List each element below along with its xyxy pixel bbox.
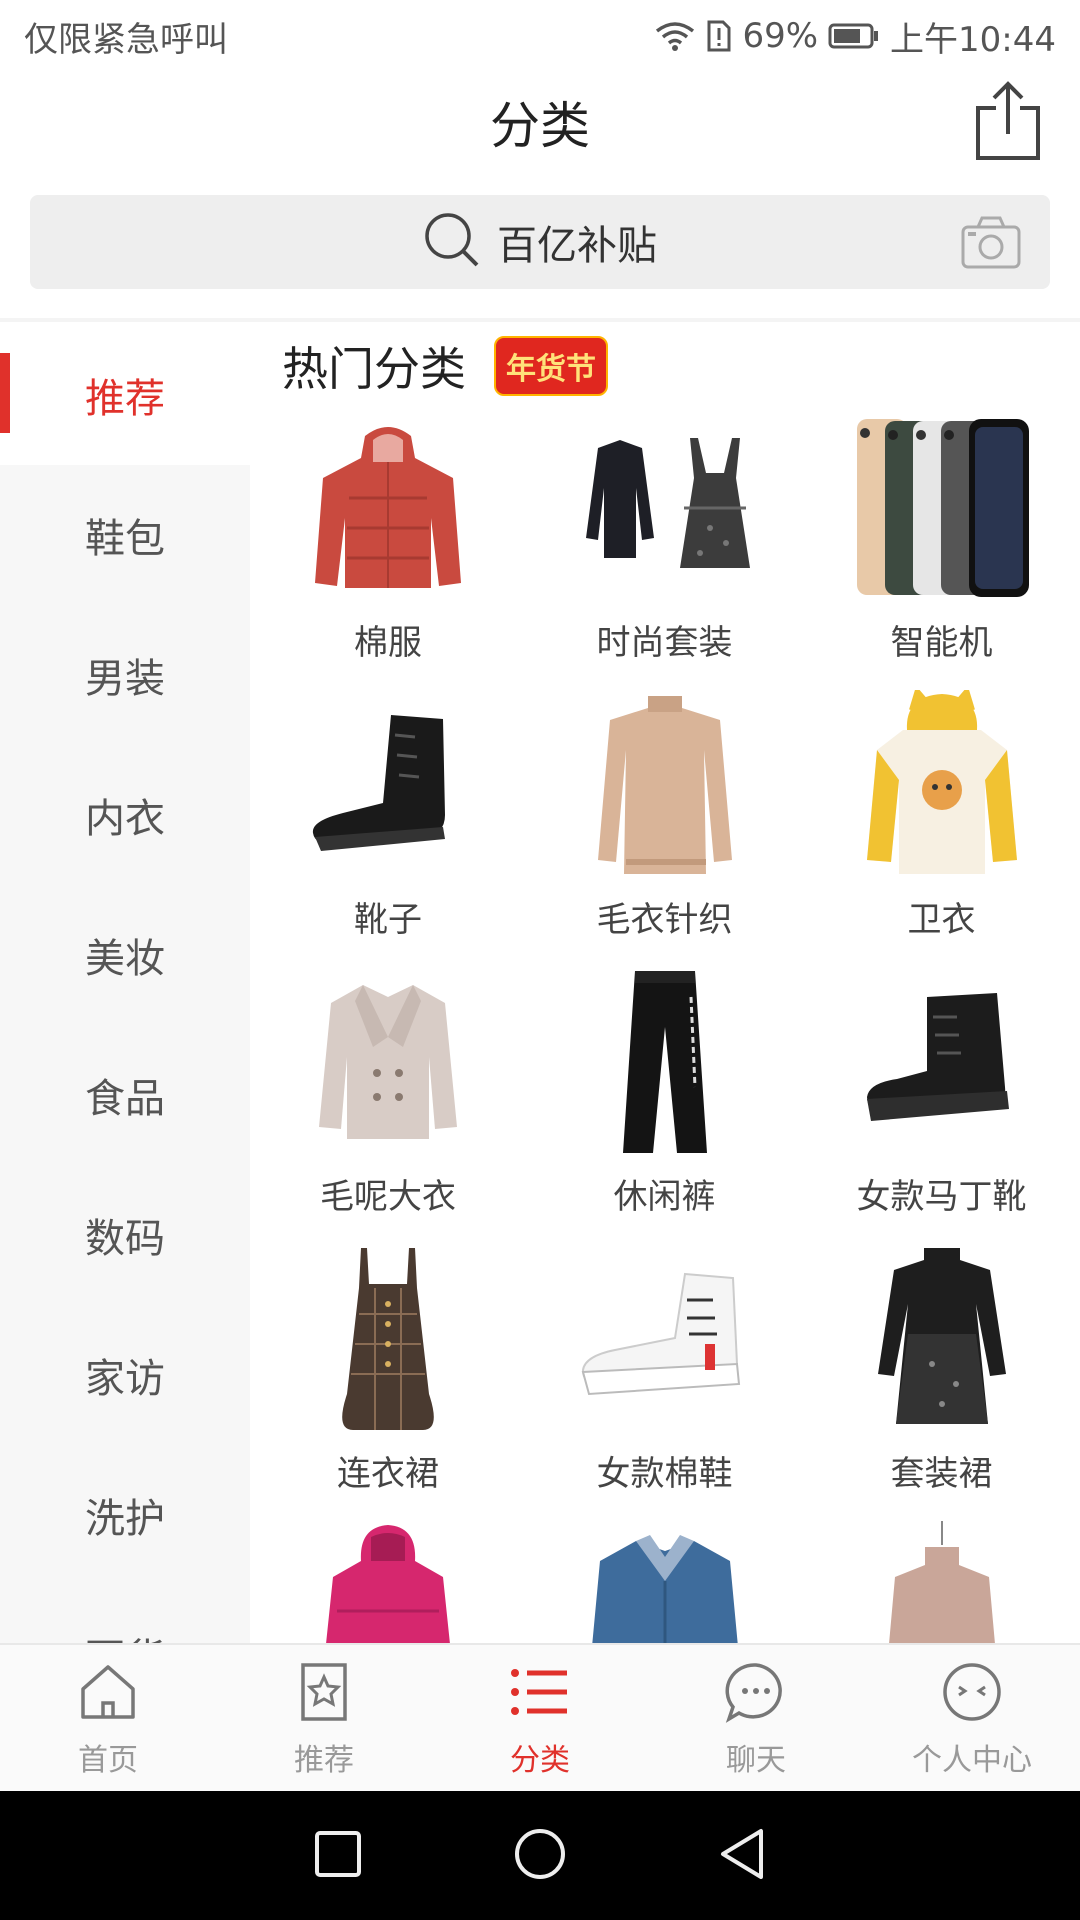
home-icon (77, 1661, 139, 1727)
sidebar-item-recommend[interactable]: 推荐 (0, 325, 250, 465)
search-icon (423, 211, 481, 273)
category-tile-boots[interactable]: 靴子 (250, 690, 526, 947)
category-tile-dress[interactable]: 连衣裙 (250, 1244, 526, 1501)
category-tile-denim-jacket[interactable] (526, 1521, 803, 1643)
category-label: 连衣裙 (337, 1454, 439, 1494)
category-tile-martin-boots[interactable]: 女款马丁靴 (803, 967, 1080, 1224)
tab-label: 聊天 (726, 1743, 786, 1778)
category-label: 套装裙 (890, 1454, 993, 1494)
sidebar-item-care[interactable]: 洗护 (0, 1445, 250, 1585)
category-label: 休闲裤 (613, 1177, 716, 1217)
category-tile-smartphone[interactable]: 智能机 (803, 413, 1080, 670)
sweater-icon (570, 690, 760, 880)
category-label: 女款马丁靴 (856, 1177, 1027, 1217)
camera-icon[interactable] (960, 213, 1022, 271)
clock-time: 上午10:44 (890, 19, 1056, 60)
outfit-set-icon (570, 413, 760, 603)
category-label: 棉服 (354, 623, 422, 663)
denim-jacket-icon (570, 1521, 760, 1643)
festival-badge: 年货节 (494, 336, 608, 396)
tab-chat[interactable]: 聊天 (648, 1645, 864, 1791)
sidebar-item-beauty[interactable]: 美妆 (0, 885, 250, 1025)
section-title: 热门分类 (282, 342, 466, 396)
suit-dress-icon (847, 1244, 1037, 1434)
tab-category[interactable]: 分类 (432, 1645, 648, 1791)
title-bar: 分类 (0, 72, 1080, 168)
sidebar-item-underwear[interactable]: 内衣 (0, 745, 250, 885)
category-tile-sweater[interactable]: 毛衣针织 (526, 690, 803, 947)
recents-square-icon[interactable] (313, 1829, 363, 1883)
category-tile-turtleneck[interactable] (803, 1521, 1080, 1643)
category-tile-wool-coat[interactable]: 毛呢大衣 (250, 967, 526, 1224)
tab-label: 推荐 (294, 1743, 354, 1778)
puffer-jacket-icon (293, 413, 483, 603)
category-label: 毛衣针织 (596, 900, 733, 940)
category-tile-fashion-set[interactable]: 时尚套装 (526, 413, 803, 670)
category-label: 女款棉鞋 (596, 1454, 733, 1494)
tab-label: 个人中心 (912, 1743, 1032, 1778)
recommend-icon (293, 1661, 355, 1727)
sidebar-item-home[interactable]: 家访 (0, 1305, 250, 1445)
category-tile-cotton-coat[interactable]: 棉服 (250, 413, 526, 670)
sidebar-item-shoes-bags[interactable]: 鞋包 (0, 465, 250, 605)
category-tile-cotton-shoes[interactable]: 女款棉鞋 (526, 1244, 803, 1501)
tab-label: 首页 (78, 1743, 138, 1778)
tab-recommend[interactable]: 推荐 (216, 1645, 432, 1791)
status-bar: 仅限紧急呼叫 69% 上午10:44 (0, 0, 1080, 72)
category-label: 卫衣 (907, 900, 976, 940)
sidebar-item-general[interactable]: 百货 (0, 1585, 250, 1643)
chat-icon (725, 1661, 787, 1727)
section-header: 热门分类 年货节 (282, 333, 608, 399)
pants-icon (570, 967, 760, 1157)
battery-percent: 69% (742, 16, 819, 56)
search-bar[interactable]: 百亿补贴 (30, 195, 1050, 289)
home-circle-icon[interactable] (513, 1827, 567, 1885)
page-title: 分类 (490, 97, 590, 155)
carrier-text: 仅限紧急呼叫 (24, 19, 228, 60)
back-triangle-icon[interactable] (717, 1827, 767, 1885)
martin-boot-icon (847, 967, 1037, 1157)
dress-icon (293, 1244, 483, 1434)
sidebar-item-digital[interactable]: 数码 (0, 1165, 250, 1305)
category-tile-hoodie[interactable]: 卫衣 (803, 690, 1080, 947)
profile-icon (941, 1661, 1003, 1727)
category-label: 时尚套装 (596, 623, 733, 663)
tab-label: 分类 (510, 1743, 570, 1778)
wifi-icon (654, 19, 696, 53)
tab-profile[interactable]: 个人中心 (864, 1645, 1080, 1791)
category-label: 毛呢大衣 (320, 1177, 456, 1217)
hoodie-icon (847, 690, 1037, 880)
sidebar-item-menswear[interactable]: 男装 (0, 605, 250, 745)
sim-alert-icon (706, 19, 732, 53)
system-nav-bar (0, 1791, 1080, 1920)
wool-coat-icon (293, 967, 483, 1157)
bottom-tab-bar: 首页 推荐 分类 聊天 个人中心 (0, 1643, 1080, 1791)
category-content: 热门分类 年货节 棉服 时尚套装 智能机 靴子 毛衣针织 卫衣 毛呢大衣 休闲裤… (250, 325, 1080, 1643)
category-icon (509, 1661, 571, 1727)
search-placeholder: 百亿补贴 (497, 223, 657, 269)
battery-icon (828, 22, 880, 50)
smartphone-icon (847, 413, 1037, 603)
divider (0, 318, 1080, 322)
category-tile-casual-pants[interactable]: 休闲裤 (526, 967, 803, 1224)
sneaker-icon (570, 1244, 760, 1434)
category-grid: 棉服 时尚套装 智能机 靴子 毛衣针织 卫衣 毛呢大衣 休闲裤 女款马丁靴 连衣… (250, 413, 1080, 1643)
category-label: 靴子 (354, 900, 422, 940)
category-tile-pink-jacket[interactable] (250, 1521, 526, 1643)
category-label: 智能机 (890, 623, 993, 663)
pink-jacket-icon (293, 1521, 483, 1643)
share-icon[interactable] (972, 78, 1044, 162)
turtleneck-icon (847, 1521, 1037, 1643)
tab-home[interactable]: 首页 (0, 1645, 216, 1791)
boot-icon (293, 690, 483, 880)
sidebar-item-food[interactable]: 食品 (0, 1025, 250, 1165)
category-sidebar[interactable]: 推荐 鞋包 男装 内衣 美妆 食品 数码 家访 洗护 百货 (0, 325, 250, 1643)
category-tile-suit-dress[interactable]: 套装裙 (803, 1244, 1080, 1501)
